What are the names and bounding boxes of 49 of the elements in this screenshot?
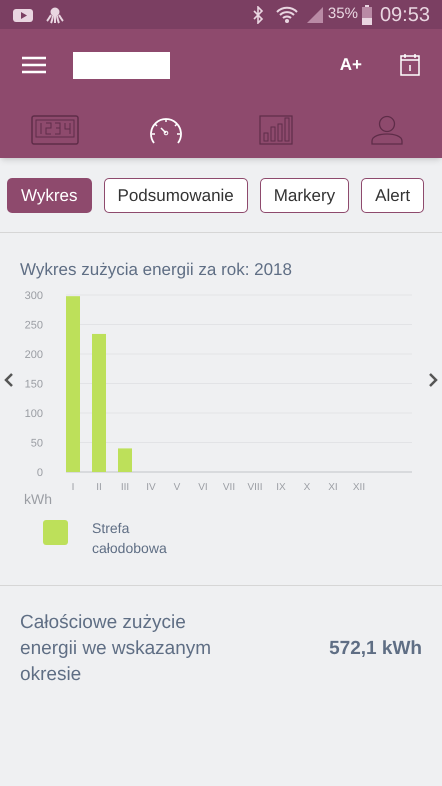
view-tab[interactable]: Podsumowanie <box>104 178 248 213</box>
total-label: Całościowe zużycie energii we wskazanym okresie <box>20 611 212 687</box>
axis-title: kWh <box>24 491 52 507</box>
calendar-icon <box>400 54 420 76</box>
person-icon <box>370 114 403 144</box>
axis-tick-label: 100 <box>24 408 43 420</box>
axis-tick-label: I <box>72 482 74 493</box>
wifi-icon <box>276 6 298 24</box>
axis-tick-label: VIII <box>248 482 262 493</box>
legend-label: Strefa całodobowa <box>92 519 168 558</box>
axis-tick-label: VII <box>222 482 236 493</box>
video-icon <box>12 6 34 22</box>
axis-tick-label: 50 <box>30 438 43 450</box>
view-tab[interactable]: Wykres <box>7 178 92 213</box>
axis-tick-label: 250 <box>24 320 43 332</box>
clock: 09:53 <box>380 2 430 28</box>
chevron-right-icon <box>427 372 439 388</box>
view-tab[interactable]: Alert <box>361 178 424 213</box>
axis-tick-label: IX <box>276 482 286 493</box>
bar <box>118 448 132 472</box>
bluetooth-icon <box>252 6 264 24</box>
axis-tick-label: II <box>96 482 102 493</box>
font-size-button[interactable]: A+ <box>340 52 362 78</box>
battery-percent: 35% <box>328 4 358 24</box>
axis-tick-label: IV <box>146 482 156 493</box>
next-button[interactable] <box>427 372 439 388</box>
calendar-button[interactable] <box>400 54 420 76</box>
axis-tick-label: XI <box>328 482 338 493</box>
axis-tick-label: 0 <box>36 467 43 479</box>
axis-tick-label: V <box>174 482 180 493</box>
axis-tick-label: XII <box>352 482 366 493</box>
axis-tick-label: 300 <box>24 290 43 302</box>
axis-tick-label: X <box>304 482 310 493</box>
axis-tick-label: 150 <box>24 378 43 390</box>
previous-button[interactable] <box>3 372 15 388</box>
signal-icon <box>306 6 324 24</box>
menu-button[interactable] <box>22 54 48 76</box>
octopus-icon <box>46 6 64 24</box>
chart-title: Wykres zużycia energii za rok: 2018 <box>20 259 293 281</box>
digital-display-icon <box>31 114 80 144</box>
axis-tick-label: VI <box>198 482 208 493</box>
axis-tick-label: III <box>120 482 130 493</box>
bar-chart-icon <box>259 114 294 144</box>
total-value: 572,1 kWh <box>329 636 422 661</box>
chevron-left-icon <box>3 372 15 388</box>
axis-tick-label: 200 <box>24 349 43 361</box>
battery-icon <box>362 4 372 24</box>
view-tab[interactable]: Markery <box>260 178 350 213</box>
menu-icon <box>22 56 46 74</box>
